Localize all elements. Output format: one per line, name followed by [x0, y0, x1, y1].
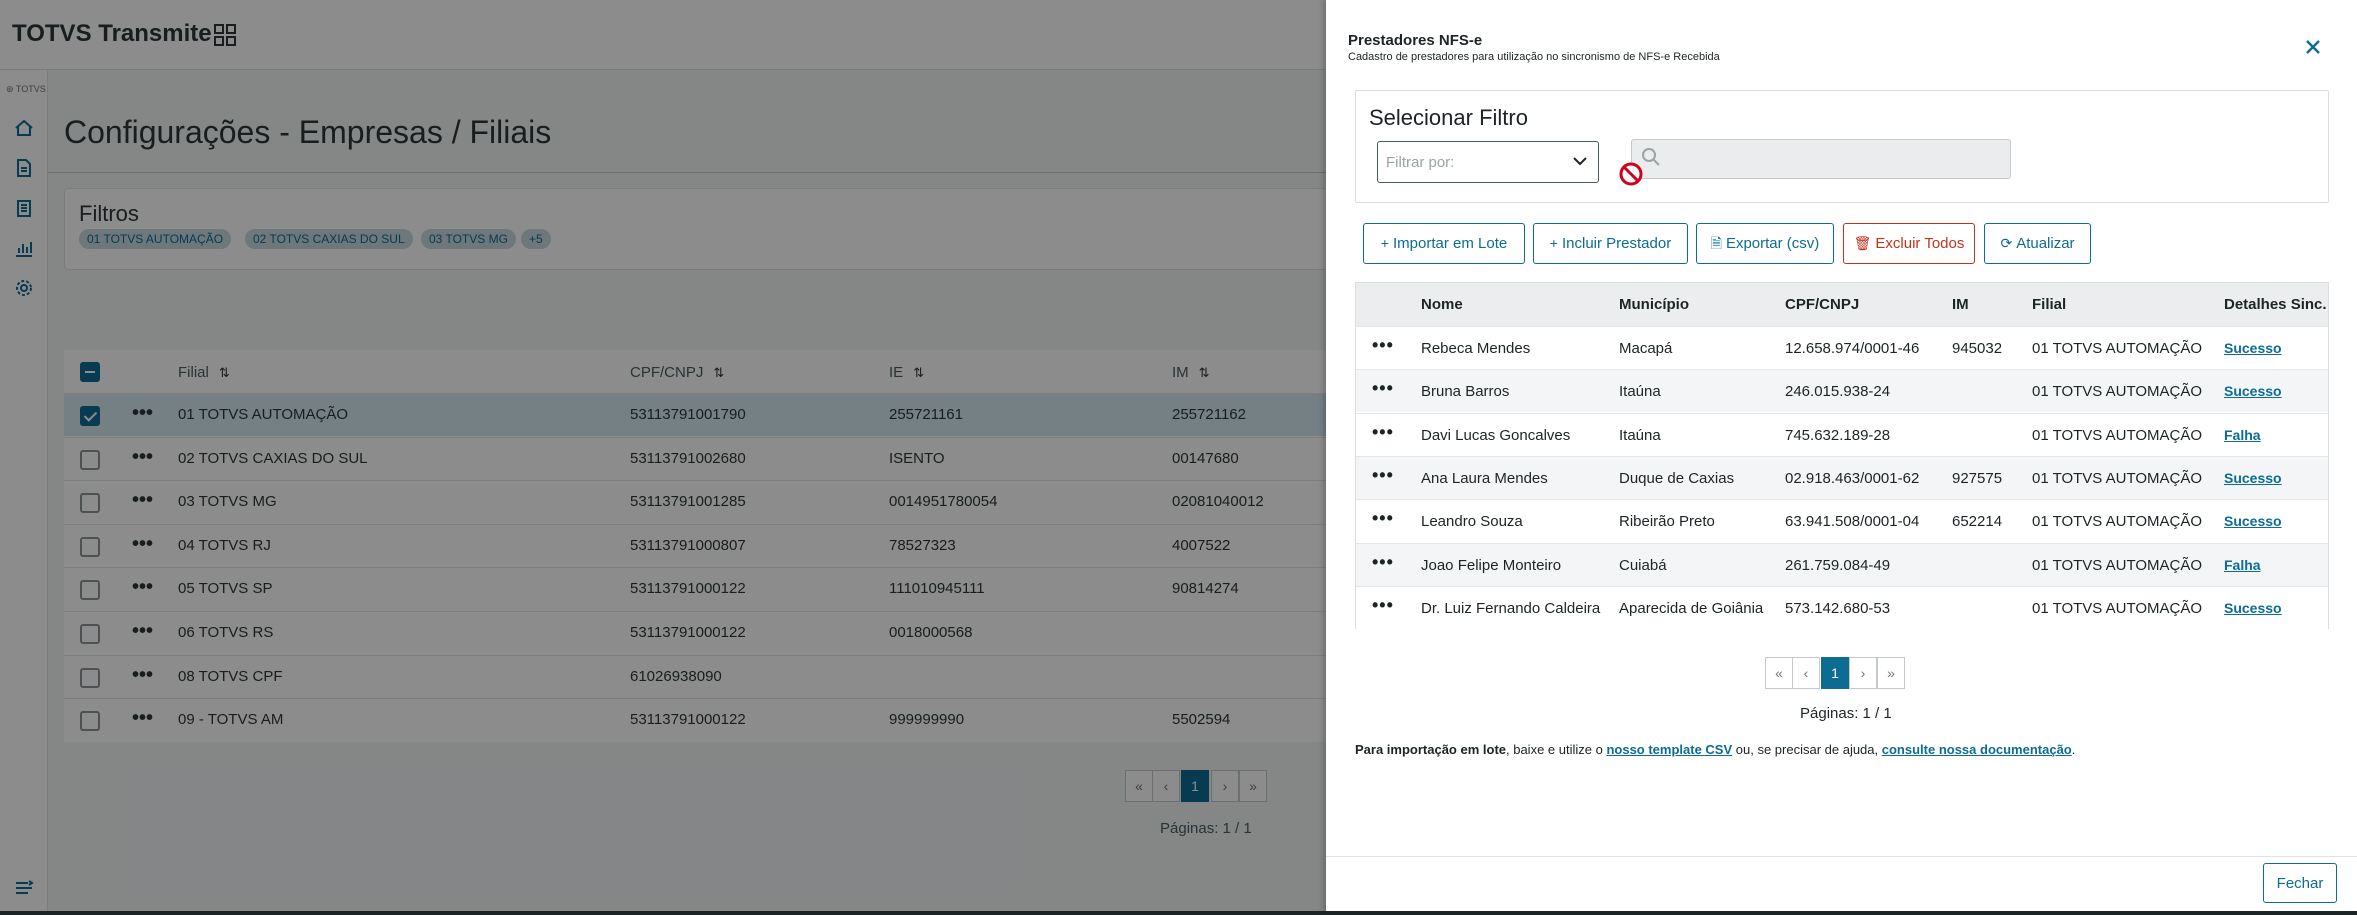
sync-details-link[interactable]: Sucesso: [2224, 340, 2282, 356]
cell-cnpj: 12.658.974/0001-46: [1785, 340, 1920, 357]
cell-cnpj: 63.941.508/0001-04: [1785, 513, 1920, 531]
row-actions-icon[interactable]: •••: [1372, 508, 1394, 529]
row-actions-icon[interactable]: •••: [1372, 422, 1394, 443]
filter-panel-title: Selecionar Filtro: [1369, 105, 1528, 130]
cell-nome: Davi Lucas Goncalves: [1421, 426, 1571, 444]
sync-details-link[interactable]: Sucesso: [2224, 383, 2282, 399]
not-allowed-cursor-icon: [1619, 162, 1643, 186]
column-header-municipio[interactable]: Município: [1619, 296, 1689, 313]
page-1-button[interactable]: 1: [1821, 657, 1849, 689]
close-button[interactable]: Fechar: [2263, 863, 2337, 903]
cell-im: 945032: [1952, 340, 2003, 357]
filter-by-placeholder: Filtrar por:: [1386, 154, 1455, 171]
close-icon[interactable]: [2302, 36, 2324, 58]
sync-details-link[interactable]: Sucesso: [2224, 470, 2282, 486]
last-page-button[interactable]: »: [1877, 657, 1905, 689]
cell-municipio: Itaúna: [1619, 383, 1661, 401]
table-row[interactable]: ••• Joao Felipe Monteiro Cuiabá 261.759.084…: [1356, 542, 2328, 586]
import-batch-button[interactable]: + Importar em Lote: [1363, 223, 1525, 264]
filter-panel: Selecionar Filtro Filtrar por:: [1355, 90, 2329, 203]
sync-details-link[interactable]: Sucesso: [2224, 600, 2282, 616]
row-actions-icon[interactable]: •••: [1372, 595, 1394, 616]
cell-nome: Dr. Luiz Fernando Caldeira: [1421, 599, 1601, 617]
drawer-subtitle: Cadastro de prestadores para utilização …: [1348, 51, 1720, 63]
prestadores-table: Nome Município CPF/CNPJ IM Filial Detalh…: [1355, 282, 2329, 629]
cell-municipio: Itaúna: [1619, 426, 1661, 444]
table-row[interactable]: ••• Ana Laura Mendes Duque de Caxias 02.918…: [1356, 455, 2328, 499]
sync-details-link[interactable]: Falha: [2224, 557, 2261, 573]
chevron-down-icon: [1573, 157, 1587, 166]
cell-nome: Ana Laura Mendes: [1421, 469, 1548, 487]
refresh-button[interactable]: ⟳ Atualizar: [1984, 223, 2091, 264]
drawer-pagination: « ‹ 1 › »: [1765, 657, 1905, 691]
add-prestador-button[interactable]: + Incluir Prestador: [1533, 223, 1688, 264]
sync-details-link[interactable]: Falha: [2224, 427, 2261, 443]
drawer-title: Prestadores NFS-e: [1348, 32, 1483, 49]
column-header-nome[interactable]: Nome: [1421, 296, 1463, 313]
pages-text: Páginas: 1 / 1: [1800, 705, 1892, 722]
cell-filial: 01 TOTVS AUTOMAÇÃO: [2032, 469, 2203, 487]
cell-municipio: Ribeirão Preto: [1619, 513, 1715, 531]
prestadores-drawer: Prestadores NFS-e Cadastro de prestadore…: [1326, 0, 2357, 915]
cell-nome: Rebeca Mendes: [1421, 340, 1531, 357]
row-actions-icon[interactable]: •••: [1372, 335, 1394, 356]
modal-overlay[interactable]: [0, 0, 1326, 915]
export-csv-button[interactable]: 🗎 Exportar (csv): [1696, 223, 1834, 264]
help-text: Para importação em lote, baixe e utilize…: [1355, 742, 2075, 757]
cell-im: 652214: [1952, 513, 2003, 531]
help-bold: Para importação em lote: [1355, 742, 1506, 757]
cell-municipio: Macapá: [1619, 340, 1673, 357]
prev-page-button[interactable]: ‹: [1792, 657, 1820, 689]
sync-details-link[interactable]: Sucesso: [2224, 513, 2282, 529]
cell-cnpj: 246.015.938-24: [1785, 383, 1891, 401]
table-row[interactable]: ••• Rebeca Mendes Macapá 12.658.974/0001-46…: [1356, 326, 2328, 369]
row-actions-icon[interactable]: •••: [1372, 378, 1394, 399]
first-page-button[interactable]: «: [1765, 657, 1793, 689]
search-input[interactable]: [1631, 139, 2011, 179]
table-row[interactable]: ••• Davi Lucas Goncalves Itaúna 745.632.189…: [1356, 412, 2328, 456]
cell-municipio: Duque de Caxias: [1619, 469, 1735, 487]
cell-filial: 01 TOTVS AUTOMAÇÃO: [2032, 426, 2203, 444]
cell-cnpj: 573.142.680-53: [1785, 599, 1891, 617]
cell-nome: Leandro Souza: [1421, 513, 1523, 531]
cell-filial: 01 TOTVS AUTOMAÇÃO: [2032, 556, 2203, 574]
table-header-row: Nome Município CPF/CNPJ IM Filial Detalh…: [1356, 283, 2328, 326]
cell-filial: 01 TOTVS AUTOMAÇÃO: [2032, 340, 2203, 357]
csv-template-link[interactable]: nosso template CSV: [1606, 742, 1732, 757]
cell-filial: 01 TOTVS AUTOMAÇÃO: [2032, 599, 2203, 617]
cell-im: 927575: [1952, 469, 2003, 487]
column-header-detalhes[interactable]: Detalhes Sinc.: [2224, 296, 2327, 313]
footer-divider: [1326, 856, 2357, 857]
bottom-strip: [0, 911, 2357, 915]
row-actions-icon[interactable]: •••: [1372, 465, 1394, 486]
column-header-cnpj[interactable]: CPF/CNPJ: [1785, 296, 1859, 313]
row-actions-icon[interactable]: •••: [1372, 552, 1394, 573]
documentation-link[interactable]: consulte nossa documentação: [1882, 742, 2072, 757]
cell-cnpj: 02.918.463/0001-62: [1785, 469, 1920, 487]
help-text-3: .: [2071, 742, 2076, 757]
cell-nome: Bruna Barros: [1421, 383, 1510, 401]
table-row[interactable]: ••• Leandro Souza Ribeirão Preto 63.941.508…: [1356, 499, 2328, 543]
cell-cnpj: 261.759.084-49: [1785, 556, 1891, 574]
cell-cnpj: 745.632.189-28: [1785, 426, 1891, 444]
cell-nome: Joao Felipe Monteiro: [1421, 556, 1562, 574]
cell-filial: 01 TOTVS AUTOMAÇÃO: [2032, 383, 2203, 401]
cell-municipio: Cuiabá: [1619, 556, 1667, 574]
filter-by-select[interactable]: Filtrar por:: [1377, 141, 1599, 183]
next-page-button[interactable]: ›: [1849, 657, 1877, 689]
cell-filial: 01 TOTVS AUTOMAÇÃO: [2032, 513, 2203, 531]
column-header-im[interactable]: IM: [1952, 296, 1969, 313]
help-text-2: ou, se precisar de ajuda,: [1732, 742, 1882, 757]
help-text-1: , baixe e utilize o: [1506, 742, 1607, 757]
column-header-filial[interactable]: Filial: [2032, 296, 2066, 313]
table-row[interactable]: ••• Bruna Barros Itaúna 246.015.938-24 01 TO…: [1356, 369, 2328, 413]
search-icon: [1642, 148, 1660, 166]
table-row[interactable]: ••• Dr. Luiz Fernando Caldeira Aparecida d…: [1356, 585, 2328, 629]
delete-all-button[interactable]: 🗑 Excluir Todos: [1843, 223, 1975, 264]
cell-municipio: Aparecida de Goiânia: [1619, 599, 1764, 617]
